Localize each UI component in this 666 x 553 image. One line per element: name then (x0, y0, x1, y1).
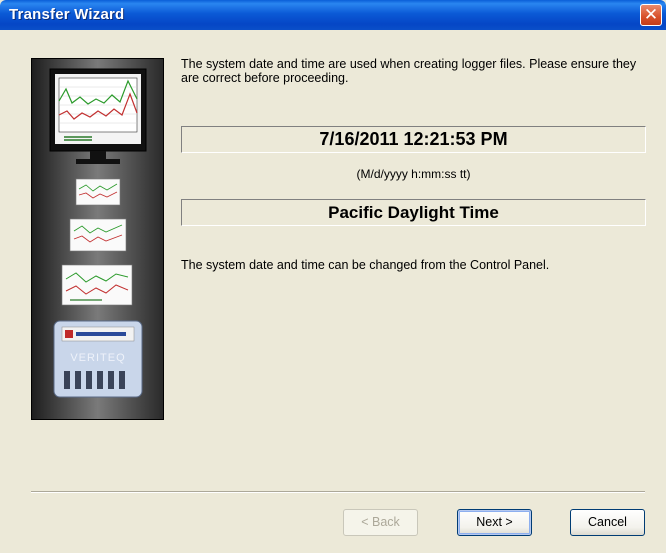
title-bar[interactable]: Transfer Wizard ✕ (0, 0, 666, 30)
close-button[interactable]: ✕ (640, 4, 662, 26)
button-separator (31, 491, 645, 493)
wizard-side-image: VERITEQ (31, 58, 164, 420)
system-datetime-display: 7/16/2011 12:21:53 PM (181, 126, 646, 153)
intro-text: The system date and time are used when c… (181, 57, 637, 85)
svg-text:VERITEQ: VERITEQ (70, 352, 125, 364)
data-logger-icon: VERITEQ (53, 320, 143, 398)
transfer-wizard-window: Transfer Wizard ✕ VERITEQ The system dat… (0, 0, 666, 553)
back-button[interactable]: < Back (343, 509, 418, 536)
datetime-format-hint: (M/d/yyyy h:mm:ss tt) (356, 167, 471, 181)
cancel-button[interactable]: Cancel (570, 509, 645, 536)
monitor-icon (49, 68, 147, 164)
next-button[interactable]: Next > (457, 509, 532, 536)
window-title: Transfer Wizard (9, 6, 125, 23)
timezone-display: Pacific Daylight Time (181, 199, 646, 226)
close-icon: ✕ (643, 5, 659, 25)
control-panel-note: The system date and time can be changed … (181, 258, 550, 272)
